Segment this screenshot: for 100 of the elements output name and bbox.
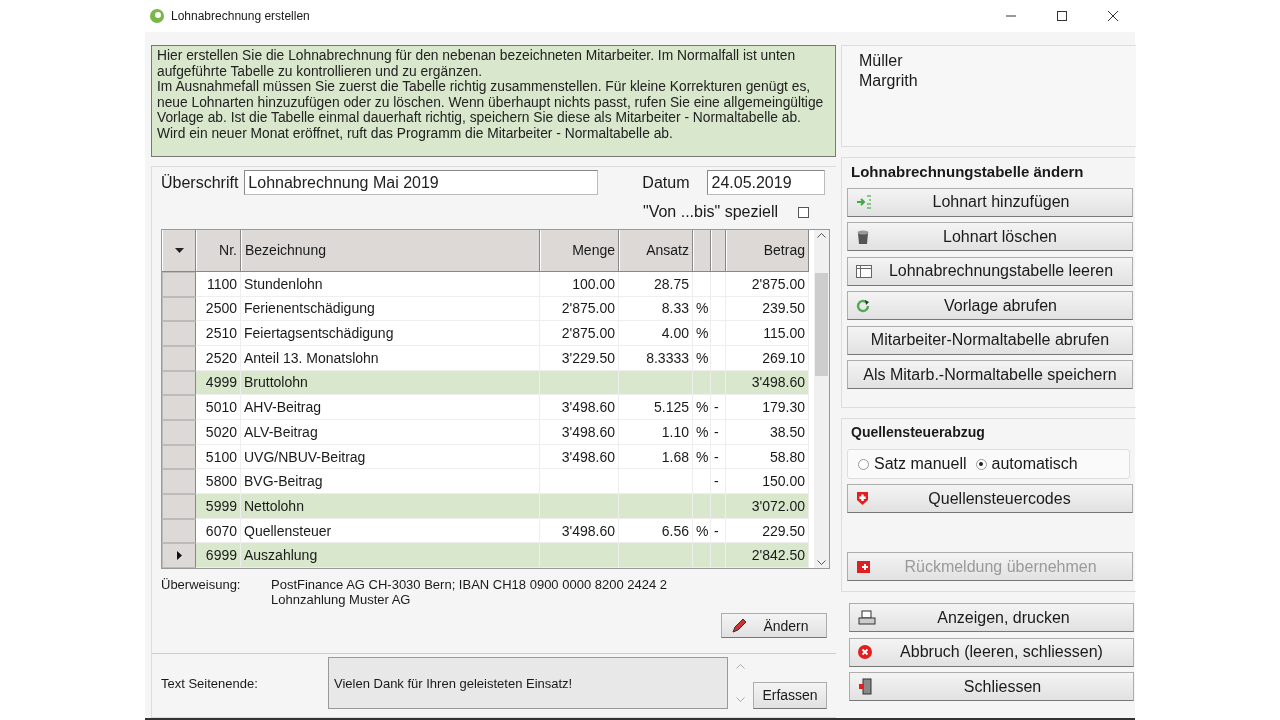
scroll-down-icon [736, 697, 745, 702]
special-range-label: "Von ...bis" speziell [643, 203, 778, 221]
scroll-up-icon [736, 664, 745, 669]
radio-button[interactable] [858, 458, 869, 470]
action-button[interactable]: Lohnart hinzufügen [847, 187, 1133, 217]
table-row[interactable]: 5800 BVG-Beitrag - 150.00 [162, 469, 809, 494]
column-header: Menge [540, 230, 619, 271]
current-row-icon [176, 551, 182, 561]
action-button[interactable]: Quellensteuercodes [847, 484, 1133, 513]
capture-button[interactable]: Erfassen [753, 681, 827, 709]
table-cell: % [693, 420, 711, 445]
action-button[interactable]: Als Mitarb.-Normaltabelle speichern [847, 360, 1133, 389]
flag-icon [856, 559, 871, 574]
column-header: Bezeichnung [241, 230, 540, 271]
table-cell: 4.00 [619, 321, 693, 346]
maximize-icon [1056, 11, 1067, 21]
total-row[interactable]: 6999 Auszahlung 2'842.50 [162, 543, 809, 569]
table-cell: 2'875.00 [540, 321, 619, 346]
table-cell: Auszahlung [241, 543, 540, 569]
table-cell: 5999 [196, 494, 241, 519]
table-row[interactable]: 5020 ALV-Beitrag 3'498.60 1.10 % - 38.50 [162, 420, 809, 445]
special-range-checkbox[interactable] [798, 206, 809, 218]
table-cell: 100.00 [540, 271, 619, 297]
table-cell: 5020 [196, 420, 241, 445]
table-cell: 1100 [196, 271, 241, 297]
pen-icon [730, 616, 748, 635]
action-button[interactable]: Schliessen [849, 672, 1134, 701]
table-cell: ALV-Beitrag [241, 420, 540, 445]
table-row[interactable]: 2500 Ferienentschädigung 2'875.00 8.33 % 239.50 [162, 296, 809, 322]
app-logo-icon [149, 8, 165, 24]
radio-label: automatisch [991, 455, 1078, 473]
row-selector[interactable] [162, 543, 196, 569]
table-cell: 115.00 [726, 321, 809, 346]
scrollbar[interactable] [814, 230, 829, 568]
table-cell [693, 271, 711, 297]
table-row[interactable]: 1100 Stundenlohn 100.00 28.75 2'875.00 [162, 271, 809, 297]
table-cell: 3'498.60 [540, 420, 619, 445]
action-button[interactable]: Abbruch (leeren, schliessen) [849, 637, 1134, 667]
employee-name: Müller [859, 51, 904, 71]
dropdown-arrow-icon [174, 248, 184, 253]
refresh-icon [856, 298, 871, 313]
table-cell: Anteil 13. Monatslohn [241, 346, 540, 371]
total-row[interactable]: 5999 Nettolohn 3'072.00 [162, 494, 809, 519]
table-cell: 2510 [196, 321, 241, 346]
table-cell [711, 543, 726, 569]
transfer-text: PostFinance AG CH-3030 Bern; IBAN CH18 0900 0000 8200 2424 2 [271, 577, 668, 592]
footer-text-field[interactable]: Vielen Dank für Ihren geleisteten Einsatz! [328, 657, 728, 709]
exit-door-icon [858, 678, 874, 695]
scroll-up-icon [817, 233, 826, 238]
table-cell: 28.75 [619, 271, 693, 297]
table-cell: 3'072.00 [726, 494, 809, 519]
column-menu-header[interactable] [162, 230, 196, 271]
table-cell: 2520 [196, 346, 241, 371]
employee-name: Margrith [859, 71, 919, 91]
scrollbar-thumb[interactable] [815, 272, 828, 376]
table-cell: 269.10 [726, 346, 809, 371]
table-row[interactable]: 6070 Quellensteuer 3'498.60 6.56 % - 229.50 [162, 518, 809, 544]
table-cell: 6999 [196, 543, 241, 569]
date-field[interactable]: 24.05.2019 [707, 170, 826, 195]
action-button[interactable]: Mitarbeiter-Normaltabelle abrufen [847, 325, 1133, 355]
scroll-down-icon [817, 560, 826, 565]
table-cell: 3'229.50 [540, 346, 619, 371]
table-cell: Nettolohn [241, 494, 540, 519]
column-header: Ansatz [619, 230, 693, 271]
transfer-text: Lohnzahlung Muster AG [271, 592, 412, 607]
footer-text-label: Text Seitenende: [161, 675, 259, 691]
heading-field[interactable]: Lohnabrechnung Mai 2019 [244, 170, 599, 195]
action-button[interactable]: Lohnabrechnungstabelle leeren [847, 256, 1133, 286]
table-row[interactable]: 5100 UVG/NBUV-Beitrag 3'498.60 1.68 % - 58.80 [162, 444, 809, 470]
action-button[interactable]: Lohnart löschen [847, 222, 1133, 251]
swiss-shield-icon [856, 491, 869, 506]
close-icon [1107, 11, 1118, 21]
action-button[interactable]: Vorlage abrufen [847, 291, 1133, 320]
insert-arrow-icon [856, 195, 872, 209]
table-cell [711, 271, 726, 297]
radio-label: Satz manuell [874, 455, 967, 473]
column-header: Nr. [196, 230, 241, 271]
table-cell: 2'842.50 [726, 543, 809, 569]
info-text: Hier erstellen Sie die Lohnabrechnung für den nebenan bezeichneten Mitarbeiter. Im Normalfall ist unten aufgeführte Tabelle zu kontrollieren und zu ergänzen. Im Ausnahmefall müssen Sie zuerst die Tabelle richtig zusammenstellen. Für kleine Korrekturen genügt es, neue Lohnarten hinzuzufügen oder zu löschen. Wenn überhaupt nichts passt, rufen Sie eine allgemeingültige Vorlage ab. Ist die Tabelle einmal dauerhaft richtig, speichern Sie diese als Mitarbeiter - Normaltabelle ab. Wird ein neuer Monat eröffnet, ruft das Programm die Mitarbeiter - Normaltabelle ab. [151, 45, 836, 157]
table-row[interactable]: 2520 Anteil 13. Monatslohn 3'229.50 8.3333 % 269.10 [162, 346, 809, 371]
table-icon [856, 264, 872, 278]
table-cell [693, 543, 711, 569]
table-cell: 38.50 [726, 420, 809, 445]
table-row[interactable]: 5010 AHV-Beitrag 3'498.60 5.125 % - 179.30 [162, 395, 809, 420]
table-row[interactable]: 2510 Feiertagsentschädigung 2'875.00 4.00 % 115.00 [162, 321, 809, 346]
action-button[interactable]: Anzeigen, drucken [849, 603, 1134, 632]
printer-icon [858, 609, 876, 626]
table-cell [693, 494, 711, 519]
table-cell: 1.10 [619, 420, 693, 445]
total-row[interactable]: 4999 Bruttolohn 3'498.60 [162, 370, 809, 396]
table-cell: 2'875.00 [726, 271, 809, 297]
group-title: Quellensteuerabzug [850, 423, 986, 442]
table-cell: % [693, 321, 711, 346]
table-cell [711, 494, 726, 519]
radio-button[interactable] [975, 458, 987, 470]
cancel-icon [858, 645, 872, 659]
table-cell: Stundenlohn [241, 271, 540, 297]
date-label: Datum [642, 173, 690, 192]
edit-button[interactable]: Ändern [721, 613, 827, 638]
table-cell: 8.3333 [619, 346, 693, 371]
